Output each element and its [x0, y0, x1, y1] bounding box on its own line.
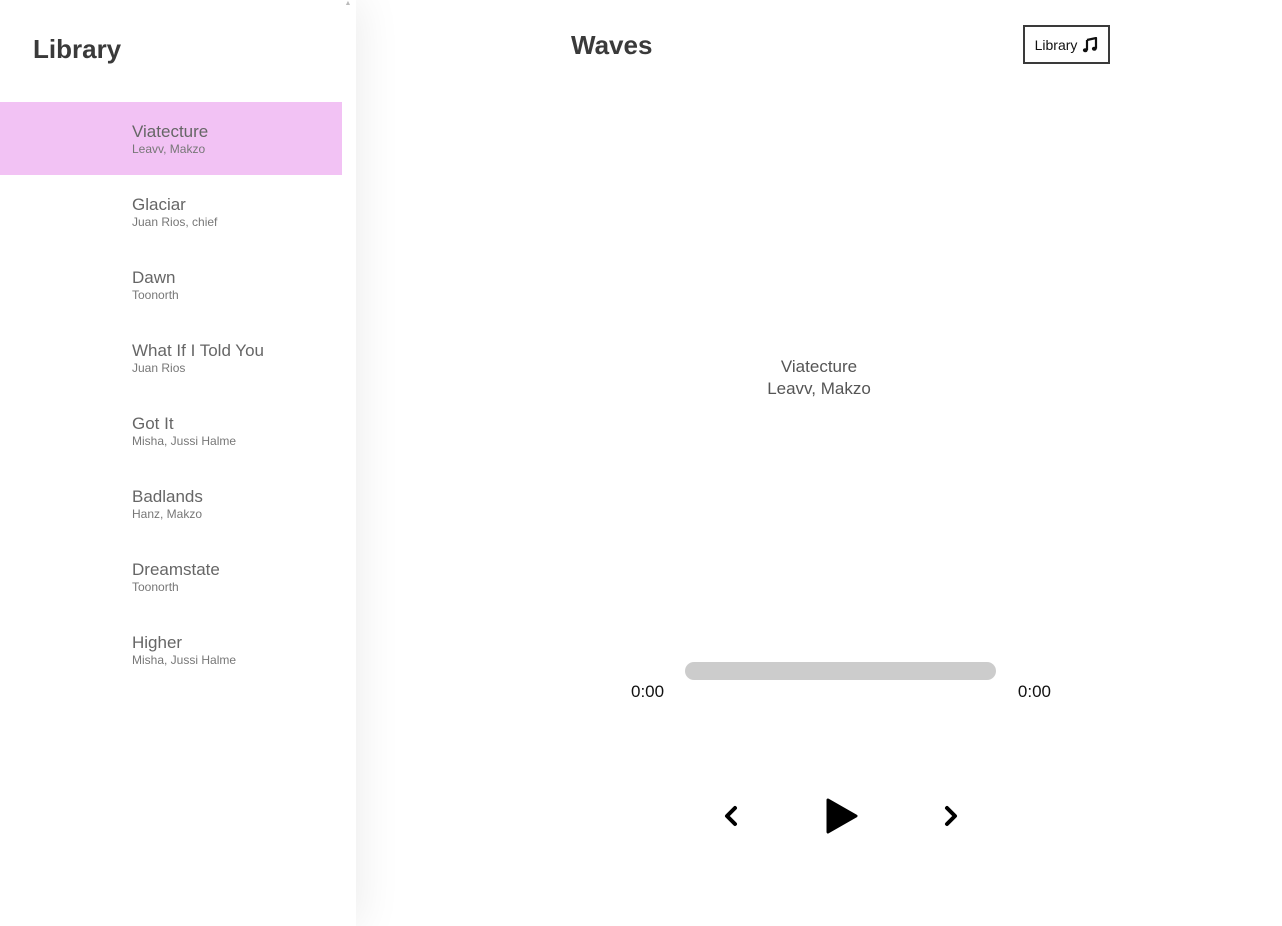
song-title: Got It: [132, 414, 174, 433]
song-artist: Toonorth: [132, 288, 179, 302]
player-main: Waves Library Viatecture Leavv, Makzo 0:…: [356, 0, 1282, 926]
song-title: Dreamstate: [132, 560, 220, 579]
song-item[interactable]: Got It Misha, Jussi Halme: [0, 394, 342, 467]
song-artist: Toonorth: [132, 580, 179, 594]
song-item[interactable]: What If I Told You Juan Rios: [0, 321, 342, 394]
time-control: 0:00 0:00: [631, 662, 1051, 702]
song-item[interactable]: Viatecture Leavv, Makzo: [0, 102, 342, 175]
song-title: Viatecture: [132, 122, 209, 141]
song-item[interactable]: Dreamstate Toonorth: [0, 540, 342, 613]
song-artist: Hanz, Makzo: [132, 507, 203, 521]
current-time: 0:00: [631, 682, 665, 701]
chevron-right-icon[interactable]: [938, 804, 962, 828]
now-playing-artist: Leavv, Makzo: [767, 379, 871, 398]
song-item[interactable]: Higher Misha, Jussi Halme: [0, 613, 342, 686]
song-artist: Juan Rios, chief: [132, 215, 218, 229]
song-item[interactable]: Dawn Toonorth: [0, 248, 342, 321]
chevron-left-icon[interactable]: [720, 804, 744, 828]
sidebar-title: Library: [33, 34, 122, 64]
music-note-icon: [1083, 36, 1098, 52]
song-artist: Leavv, Makzo: [132, 142, 206, 156]
song-list: Viatecture Leavv, Makzo Glaciar Juan Rio…: [0, 102, 342, 686]
play-icon[interactable]: [820, 796, 860, 836]
song-title: What If I Told You: [132, 341, 264, 360]
song-title: Dawn: [132, 268, 176, 287]
song-item[interactable]: Badlands Hanz, Makzo: [0, 467, 342, 540]
song-artist: Juan Rios: [132, 361, 186, 375]
song-artist: Misha, Jussi Halme: [132, 434, 237, 448]
now-playing-title: Viatecture: [780, 357, 858, 376]
song-title: Glaciar: [132, 195, 186, 214]
now-playing-info: Viatecture Leavv, Makzo: [356, 356, 1282, 400]
scroll-up-arrow-icon[interactable]: ▲: [344, 0, 352, 8]
library-toggle-button[interactable]: Library: [1023, 25, 1110, 64]
app-title: Waves: [571, 30, 653, 60]
library-button-label: Library: [1034, 36, 1078, 53]
playback-controls: [716, 794, 957, 838]
duration-time: 0:00: [1017, 682, 1051, 701]
library-sidebar: ▲ Library Viatecture Leavv, Makzo Glacia…: [0, 0, 356, 926]
song-title: Higher: [132, 633, 183, 652]
song-item[interactable]: Glaciar Juan Rios, chief: [0, 175, 342, 248]
progress-slider[interactable]: [685, 662, 996, 680]
song-artist: Misha, Jussi Halme: [132, 653, 237, 667]
song-title: Badlands: [132, 487, 203, 506]
